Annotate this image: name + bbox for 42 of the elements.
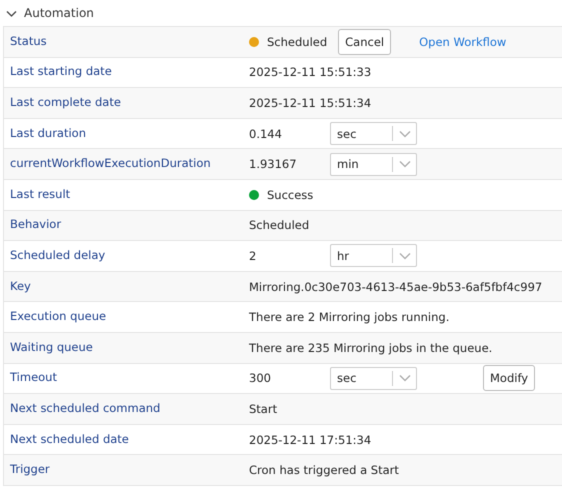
property-value: 0.144 <box>249 126 283 141</box>
modify-button[interactable]: Modify <box>483 365 536 392</box>
property-value: Scheduled <box>249 218 310 232</box>
property-value: 300 <box>249 371 272 386</box>
property-label: Last starting date <box>9 64 113 78</box>
unit-dropdown[interactable]: hr <box>330 244 417 268</box>
property-value: 2025-12-11 15:51:34 <box>249 96 372 110</box>
property-value: 2025-12-11 17:51:34 <box>249 432 372 447</box>
property-label: Behavior <box>9 217 62 232</box>
property-label: Next scheduled command <box>9 400 162 415</box>
property-value: There are 235 Mirroring jobs in the queue. <box>249 340 492 355</box>
property-value: There are 2 Mirroring jobs running. <box>249 310 450 324</box>
property-label: Scheduled delay <box>9 248 106 262</box>
status-text: Scheduled <box>267 34 328 49</box>
property-label: currentWorkflowExecutionDuration <box>9 156 212 170</box>
property-label: Execution queue <box>9 309 108 324</box>
property-value: Mirroring.0c30e703-4613-45ae-9b53-6af5fbf4c997 <box>249 280 542 294</box>
open-workflow-link[interactable]: Open Workflow <box>419 34 506 49</box>
chevron-down-icon <box>399 252 411 260</box>
unit-dropdown[interactable]: sec <box>330 122 417 146</box>
property-label: Trigger <box>9 462 51 476</box>
property-value: Cron has triggered a Start <box>249 463 399 478</box>
unit-dropdown[interactable]: sec <box>330 366 417 390</box>
property-label: Waiting queue <box>9 340 94 354</box>
property-label: Timeout <box>9 370 58 384</box>
property-value: Start <box>249 402 278 416</box>
property-label: Last result <box>9 186 72 201</box>
chevron-down-icon <box>399 374 411 382</box>
cancel-button[interactable]: Cancel <box>338 28 392 55</box>
property-label: Next scheduled date <box>9 432 130 446</box>
chevron-down-icon <box>399 130 411 138</box>
property-value: 1.93167 <box>249 157 298 172</box>
section-title: Automation <box>24 6 94 20</box>
unit-dropdown[interactable]: min <box>330 152 417 176</box>
property-label: Status <box>9 34 48 48</box>
chevron-down-icon <box>399 160 411 168</box>
property-label: Last duration <box>9 126 88 140</box>
property-value: 2 <box>249 248 258 263</box>
status-text: Success <box>267 188 314 202</box>
property-label: Key <box>9 278 32 293</box>
property-label: Last complete date <box>9 94 122 109</box>
property-value: 2025-12-11 15:51:33 <box>249 65 372 80</box>
